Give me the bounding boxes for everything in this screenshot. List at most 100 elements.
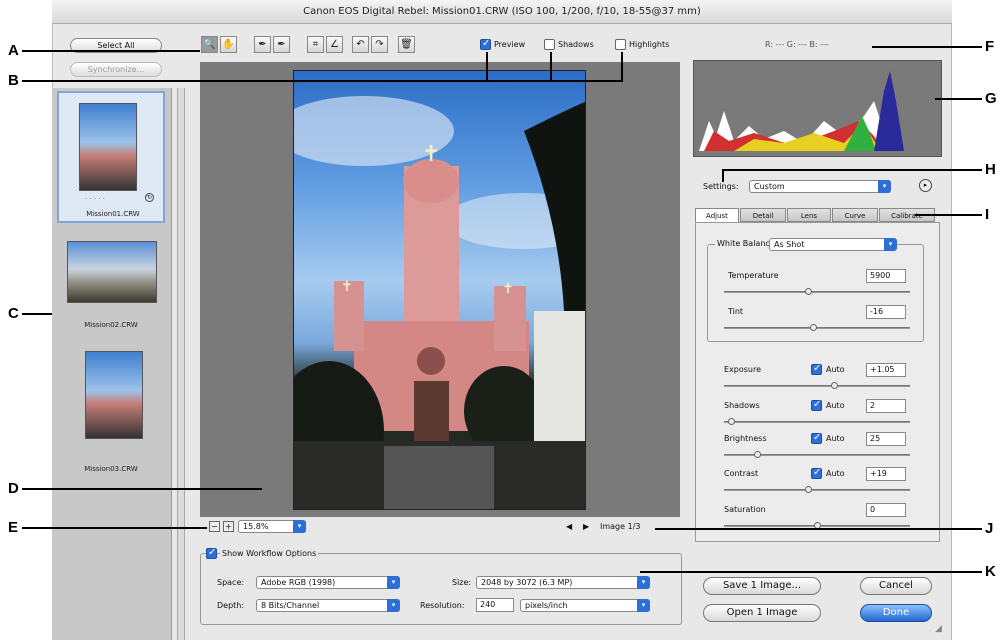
highlights-label: Highlights [629, 40, 670, 49]
straighten-icon[interactable]: ∠ [326, 36, 343, 53]
highlights-checkbox[interactable] [615, 39, 626, 50]
resolution-unit-select[interactable]: pixels/inch ▾ [520, 599, 650, 612]
resize-grip-icon[interactable]: ◢ [935, 624, 942, 634]
size-label: Size: [452, 578, 472, 587]
histogram-graph [699, 71, 904, 151]
size-select[interactable]: 2048 by 3072 (6.3 MP) ▾ [476, 576, 650, 589]
save-image-button[interactable]: Save 1 Image... [703, 577, 821, 595]
exposure-auto-label: Auto [826, 365, 845, 374]
settings-menu-icon[interactable]: ▸ [919, 179, 932, 192]
adjustment-tabs: Adjust Detail Lens Curve Calibrate [693, 208, 942, 222]
tint-label: Tint [728, 307, 744, 316]
contrast-value-input[interactable]: +19 [866, 467, 906, 481]
cancel-button[interactable]: Cancel [860, 577, 932, 595]
brightness-label: Brightness [724, 434, 767, 443]
chevron-down-icon: ▾ [884, 238, 897, 251]
chevron-down-icon: ▾ [387, 576, 400, 589]
brightness-auto-checkbox[interactable] [811, 432, 822, 444]
callout-line [22, 488, 262, 490]
thumbnail-image [67, 241, 157, 303]
eyedropper-icon[interactable]: ✒ [254, 36, 271, 53]
filmstrip[interactable]: · · · · · ↻ Mission01.CRW Mission02.CRW … [52, 88, 172, 640]
temperature-slider[interactable] [724, 288, 910, 295]
callout-line [935, 98, 982, 100]
preview-label: Preview [494, 40, 526, 49]
shadows-slider[interactable] [724, 418, 910, 425]
contrast-slider-knob[interactable] [805, 486, 812, 493]
settings-value: Custom [754, 182, 785, 191]
zoom-in-button[interactable]: + [223, 521, 234, 532]
done-button[interactable]: Done [860, 604, 932, 622]
callout-label: K [985, 563, 996, 580]
tab-detail[interactable]: Detail [740, 208, 786, 222]
open-image-button[interactable]: Open 1 Image [703, 604, 821, 622]
preview-checkbox[interactable] [480, 38, 491, 50]
svg-text:✝: ✝ [422, 142, 440, 167]
temperature-label: Temperature [728, 271, 779, 280]
shadows-auto-checkbox[interactable] [811, 399, 822, 411]
rotate-left-icon[interactable]: ↶ [352, 36, 369, 53]
brightness-slider[interactable] [724, 451, 910, 458]
saturation-value-input[interactable]: 0 [866, 503, 906, 517]
exposure-slider-knob[interactable] [831, 382, 838, 389]
tab-curve[interactable]: Curve [832, 208, 878, 222]
preview-image[interactable]: ✝ ✝ ✝ [293, 70, 586, 510]
thumbnail-name: Mission03.CRW [84, 465, 138, 473]
depth-select[interactable]: 8 Bits/Channel ▾ [256, 599, 400, 612]
crop-icon[interactable]: ⌗ [307, 36, 324, 53]
callout-line [640, 571, 982, 573]
rating-stars[interactable]: · · · · · [85, 195, 105, 203]
zoom-icon[interactable]: 🔍 [201, 36, 218, 53]
tab-adjust[interactable]: Adjust [695, 208, 739, 222]
temperature-slider-knob[interactable] [805, 288, 812, 295]
callout-label: H [985, 161, 996, 178]
settings-select[interactable]: Custom ▾ [749, 180, 891, 193]
exposure-auto-checkbox[interactable] [811, 363, 822, 375]
callout-label: I [985, 206, 990, 223]
shadows-slider-knob[interactable] [728, 418, 735, 425]
callout-line [621, 52, 623, 81]
brightness-slider-knob[interactable] [754, 451, 761, 458]
settings-label: Settings: [703, 182, 739, 191]
brightness-value-input[interactable]: 25 [866, 432, 906, 446]
callout-label: D [8, 480, 19, 497]
exposure-value-input[interactable]: +1.05 [866, 363, 906, 377]
space-value: Adobe RGB (1998) [261, 578, 336, 587]
thumbnail-image [79, 103, 137, 191]
space-select[interactable]: Adobe RGB (1998) ▾ [256, 576, 400, 589]
callout-line [22, 527, 207, 529]
hand-icon[interactable]: ✋ [220, 36, 237, 53]
trash-icon[interactable]: 🗑 [398, 36, 415, 53]
shadows-value-input[interactable]: 2 [866, 399, 906, 413]
color-sampler-icon[interactable]: ✒ [273, 36, 290, 53]
callout-label: J [985, 520, 994, 537]
shadows-label: Shadows [558, 40, 594, 49]
zoom-out-button[interactable]: − [209, 521, 220, 532]
shadows-checkbox[interactable] [544, 39, 555, 50]
prev-image-button[interactable]: ◀ [566, 522, 572, 531]
callout-label: C [8, 305, 19, 322]
thumbnail-image [85, 351, 143, 439]
contrast-auto-checkbox[interactable] [811, 467, 822, 479]
resolution-input[interactable]: 240 [476, 598, 514, 612]
filmstrip-item[interactable]: Mission03.CRW [57, 346, 165, 478]
zoom-level-select[interactable]: 15.8% ▾ [238, 520, 306, 533]
resolution-label: Resolution: [420, 601, 465, 610]
thumbnail-name: Mission02.CRW [84, 321, 138, 329]
tint-value-input[interactable]: -16 [866, 305, 906, 319]
tint-slider-knob[interactable] [810, 324, 817, 331]
tab-lens[interactable]: Lens [787, 208, 831, 222]
contrast-slider[interactable] [724, 486, 910, 493]
temperature-value-input[interactable]: 5900 [866, 269, 906, 283]
rotate-right-icon[interactable]: ↷ [371, 36, 388, 53]
saturation-slider[interactable] [724, 522, 910, 529]
filmstrip-splitter[interactable] [177, 88, 185, 640]
next-image-button[interactable]: ▶ [583, 522, 589, 531]
white-balance-select[interactable]: As Shot ▾ [769, 238, 897, 251]
tint-slider[interactable] [724, 324, 910, 331]
filmstrip-item[interactable]: · · · · · ↻ Mission01.CRW [57, 91, 165, 223]
shadows-auto-label: Auto [826, 401, 845, 410]
synchronize-button[interactable]: Synchronize... [70, 62, 162, 77]
show-workflow-checkbox[interactable] [206, 547, 217, 559]
exposure-slider[interactable] [724, 382, 910, 389]
